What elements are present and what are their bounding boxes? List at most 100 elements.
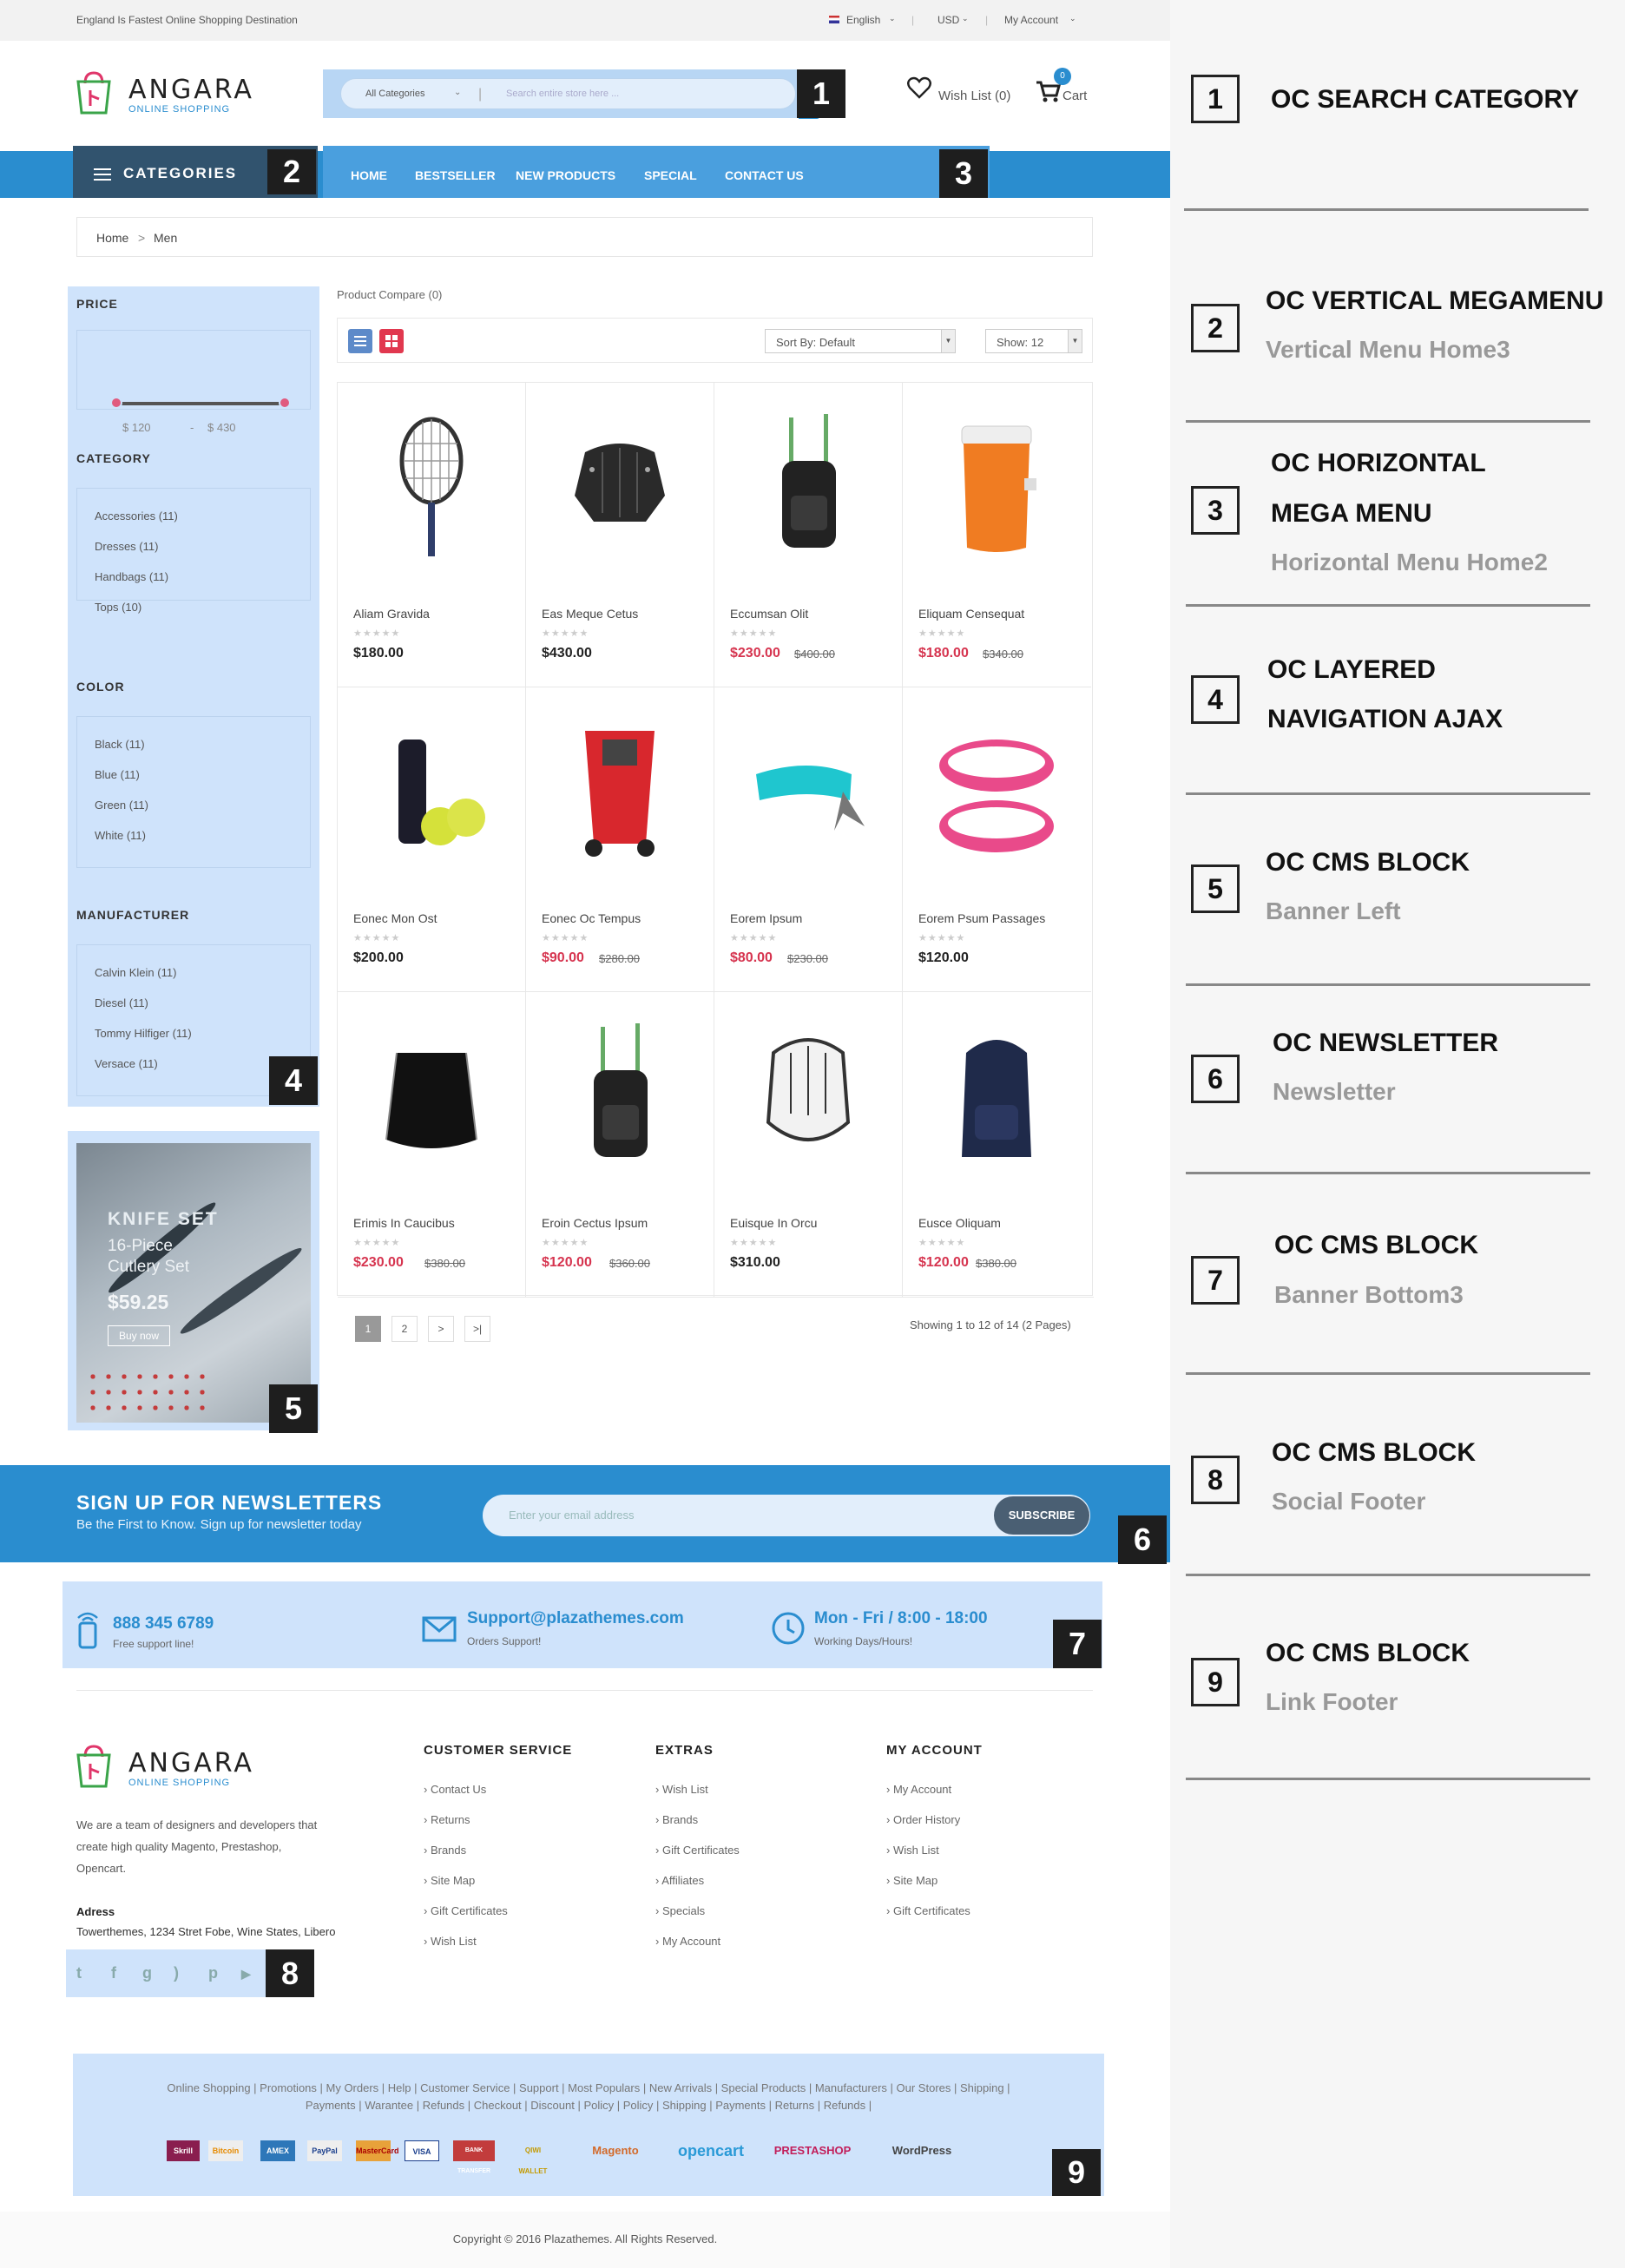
subscribe-button[interactable]: SUBSCRIBE bbox=[994, 1496, 1089, 1535]
footer-link[interactable]: › Brands bbox=[655, 1813, 698, 1826]
nav-item-new-products[interactable]: NEW PRODUCTS bbox=[516, 168, 615, 182]
product-card[interactable]: Eorem Ipsum ★★★★★ $80.00 $230.00 bbox=[714, 687, 903, 992]
next-page-button[interactable]: > bbox=[428, 1316, 454, 1342]
youtube-icon[interactable]: ▶ bbox=[241, 1967, 251, 1982]
nav-item-special[interactable]: SPECIAL bbox=[644, 168, 697, 182]
banner-buy-button[interactable]: Buy now bbox=[108, 1325, 171, 1346]
footer-link[interactable]: › Gift Certificates bbox=[655, 1844, 740, 1857]
nav-item-contact-us[interactable]: CONTACT US bbox=[725, 168, 804, 182]
marker-7: 7 bbox=[1053, 1620, 1102, 1668]
nav-item-home[interactable]: HOME bbox=[351, 168, 387, 182]
product-name[interactable]: Eorem Ipsum bbox=[730, 911, 802, 925]
filter-manufacturer-item[interactable]: Tommy Hilfiger (11) bbox=[95, 1027, 192, 1040]
filter-manufacturer-item[interactable]: Calvin Klein (11) bbox=[95, 966, 176, 979]
footer-link[interactable]: › Affiliates bbox=[655, 1874, 704, 1887]
footer-link[interactable]: › Wish List bbox=[886, 1844, 939, 1857]
product-card[interactable]: Aliam Gravida ★★★★★ $180.00 bbox=[338, 383, 526, 687]
show-limit-select[interactable]: Show: 12 ▼ bbox=[985, 329, 1082, 353]
product-card[interactable]: Eonec Oc Tempus ★★★★★ $90.00 $280.00 bbox=[526, 687, 714, 992]
price-slider-max-handle[interactable] bbox=[279, 397, 291, 409]
product-name[interactable]: Eusce Oliquam bbox=[918, 1216, 1001, 1230]
search-input[interactable]: Search entire store here ... bbox=[506, 89, 619, 99]
product-name[interactable]: Eonec Oc Tempus bbox=[542, 911, 641, 925]
filter-color-item[interactable]: White (11) bbox=[95, 829, 146, 842]
filter-category-item[interactable]: Handbags (11) bbox=[95, 570, 168, 583]
currency-selector[interactable]: USD bbox=[938, 14, 959, 26]
search-category-select[interactable]: All Categories bbox=[365, 89, 424, 99]
footer-link[interactable]: › Wish List bbox=[655, 1783, 708, 1796]
footer-link[interactable]: › Wish List bbox=[424, 1935, 477, 1948]
nav-item-bestseller[interactable]: BESTSELLER bbox=[415, 168, 496, 182]
list-view-icon[interactable] bbox=[348, 329, 372, 353]
footer-link[interactable]: › Order History bbox=[886, 1813, 960, 1826]
filter-category-item[interactable]: Accessories (11) bbox=[95, 509, 178, 523]
footer-link[interactable]: › Site Map bbox=[424, 1874, 475, 1887]
filter-color-item[interactable]: Green (11) bbox=[95, 799, 148, 812]
google-plus-icon[interactable]: g bbox=[142, 1964, 152, 1982]
footer-link[interactable]: › Site Map bbox=[886, 1874, 938, 1887]
legend-number: 8 bbox=[1191, 1456, 1240, 1504]
footer-link[interactable]: › Brands bbox=[424, 1844, 466, 1857]
grid-view-icon[interactable] bbox=[379, 329, 404, 353]
breadcrumb-home[interactable]: Home bbox=[96, 231, 128, 245]
page-2-button[interactable]: 2 bbox=[391, 1316, 418, 1342]
footer-link[interactable]: › Gift Certificates bbox=[424, 1904, 508, 1917]
product-card[interactable]: Eonec Mon Ost ★★★★★ $200.00 bbox=[338, 687, 526, 992]
price-slider[interactable] bbox=[110, 397, 291, 409]
pinterest-icon[interactable]: p bbox=[208, 1964, 218, 1982]
newsletter-email-field[interactable]: Enter your email address SUBSCRIBE bbox=[483, 1495, 1090, 1536]
sort-select[interactable]: Sort By: Default ▼ bbox=[765, 329, 956, 353]
product-compare-link[interactable]: Product Compare (0) bbox=[337, 288, 442, 301]
footer-link[interactable]: › Returns bbox=[424, 1813, 470, 1826]
product-card[interactable]: Euisque In Orcu ★★★★★ $310.00 bbox=[714, 992, 903, 1297]
price-filter-box: $ 120 - $ 430 bbox=[76, 330, 311, 434]
filter-manufacturer-item[interactable]: Versace (11) bbox=[95, 1057, 158, 1070]
product-name[interactable]: Erimis In Caucibus bbox=[353, 1216, 455, 1230]
support-email[interactable]: Support@plazathemes.com bbox=[467, 1609, 684, 1628]
footer-link[interactable]: › My Account bbox=[886, 1783, 951, 1796]
filter-category-item[interactable]: Dresses (11) bbox=[95, 540, 158, 553]
last-page-button[interactable]: >| bbox=[464, 1316, 490, 1342]
divider: | bbox=[911, 14, 915, 26]
twitter-icon[interactable]: t bbox=[76, 1964, 82, 1982]
rss-icon[interactable]: ) bbox=[174, 1964, 179, 1982]
product-name[interactable]: Eccumsan Olit bbox=[730, 607, 808, 621]
product-name[interactable]: Eroin Cectus Ipsum bbox=[542, 1216, 648, 1230]
filter-manufacturer-item[interactable]: Diesel (11) bbox=[95, 996, 148, 1009]
price-range-dash: - bbox=[190, 421, 194, 434]
footer-link[interactable]: › Gift Certificates bbox=[886, 1904, 970, 1917]
product-name[interactable]: Eorem Psum Passages bbox=[918, 911, 1045, 925]
product-card[interactable]: Eas Meque Cetus ★★★★★ $430.00 bbox=[526, 383, 714, 687]
support-phone[interactable]: 888 345 6789 bbox=[113, 1614, 214, 1634]
filter-category-item[interactable]: Tops (10) bbox=[95, 601, 141, 614]
filter-color-item[interactable]: Black (11) bbox=[95, 738, 145, 751]
product-name[interactable]: Euisque In Orcu bbox=[730, 1216, 817, 1230]
product-card[interactable]: Eliquam Censequat ★★★★★ $180.00 $340.00 bbox=[903, 383, 1091, 687]
product-name[interactable]: Eas Meque Cetus bbox=[542, 607, 638, 621]
product-card[interactable]: Eusce Oliquam ★★★★★ $120.00 $380.00 bbox=[903, 992, 1091, 1297]
filter-color-item[interactable]: Blue (11) bbox=[95, 768, 140, 781]
rating-stars: ★★★★★ bbox=[918, 1238, 966, 1248]
product-card[interactable]: Erimis In Caucibus ★★★★★ $230.00 $380.00 bbox=[338, 992, 526, 1297]
tennis-racket-image bbox=[399, 417, 464, 556]
product-name[interactable]: Eonec Mon Ost bbox=[353, 911, 438, 925]
footer-link[interactable]: › Specials bbox=[655, 1904, 705, 1917]
footer-link[interactable]: › My Account bbox=[655, 1935, 720, 1948]
product-name[interactable]: Aliam Gravida bbox=[353, 607, 430, 621]
footer-links-line-2[interactable]: Payments | Warantee | Refunds | Checkout… bbox=[73, 2099, 1104, 2112]
page-1-button[interactable]: 1 bbox=[355, 1316, 381, 1342]
cart-count-badge: 0 bbox=[1054, 68, 1071, 85]
shopping-bag-icon bbox=[76, 1745, 111, 1788]
account-menu[interactable]: My Account bbox=[1004, 14, 1058, 26]
product-card[interactable]: Eccumsan Olit ★★★★★ $230.00 $400.00 bbox=[714, 383, 903, 687]
product-card[interactable]: Eorem Psum Passages ★★★★★ $120.00 bbox=[903, 687, 1091, 992]
site-logo[interactable]: ANGARA ONLINE SHOPPING bbox=[76, 69, 252, 122]
product-card[interactable]: Eroin Cectus Ipsum ★★★★★ $120.00 $360.00 bbox=[526, 992, 714, 1297]
footer-link[interactable]: › Contact Us bbox=[424, 1783, 486, 1796]
product-name[interactable]: Eliquam Censequat bbox=[918, 607, 1024, 621]
language-selector[interactable]: English bbox=[846, 14, 880, 26]
footer-links-line-1[interactable]: Online Shopping | Promotions | My Orders… bbox=[73, 2081, 1104, 2094]
facebook-icon[interactable]: f bbox=[111, 1964, 116, 1982]
price-slider-min-handle[interactable] bbox=[110, 397, 122, 409]
footer-logo[interactable]: ANGARA ONLINE SHOPPING bbox=[76, 1743, 252, 1795]
